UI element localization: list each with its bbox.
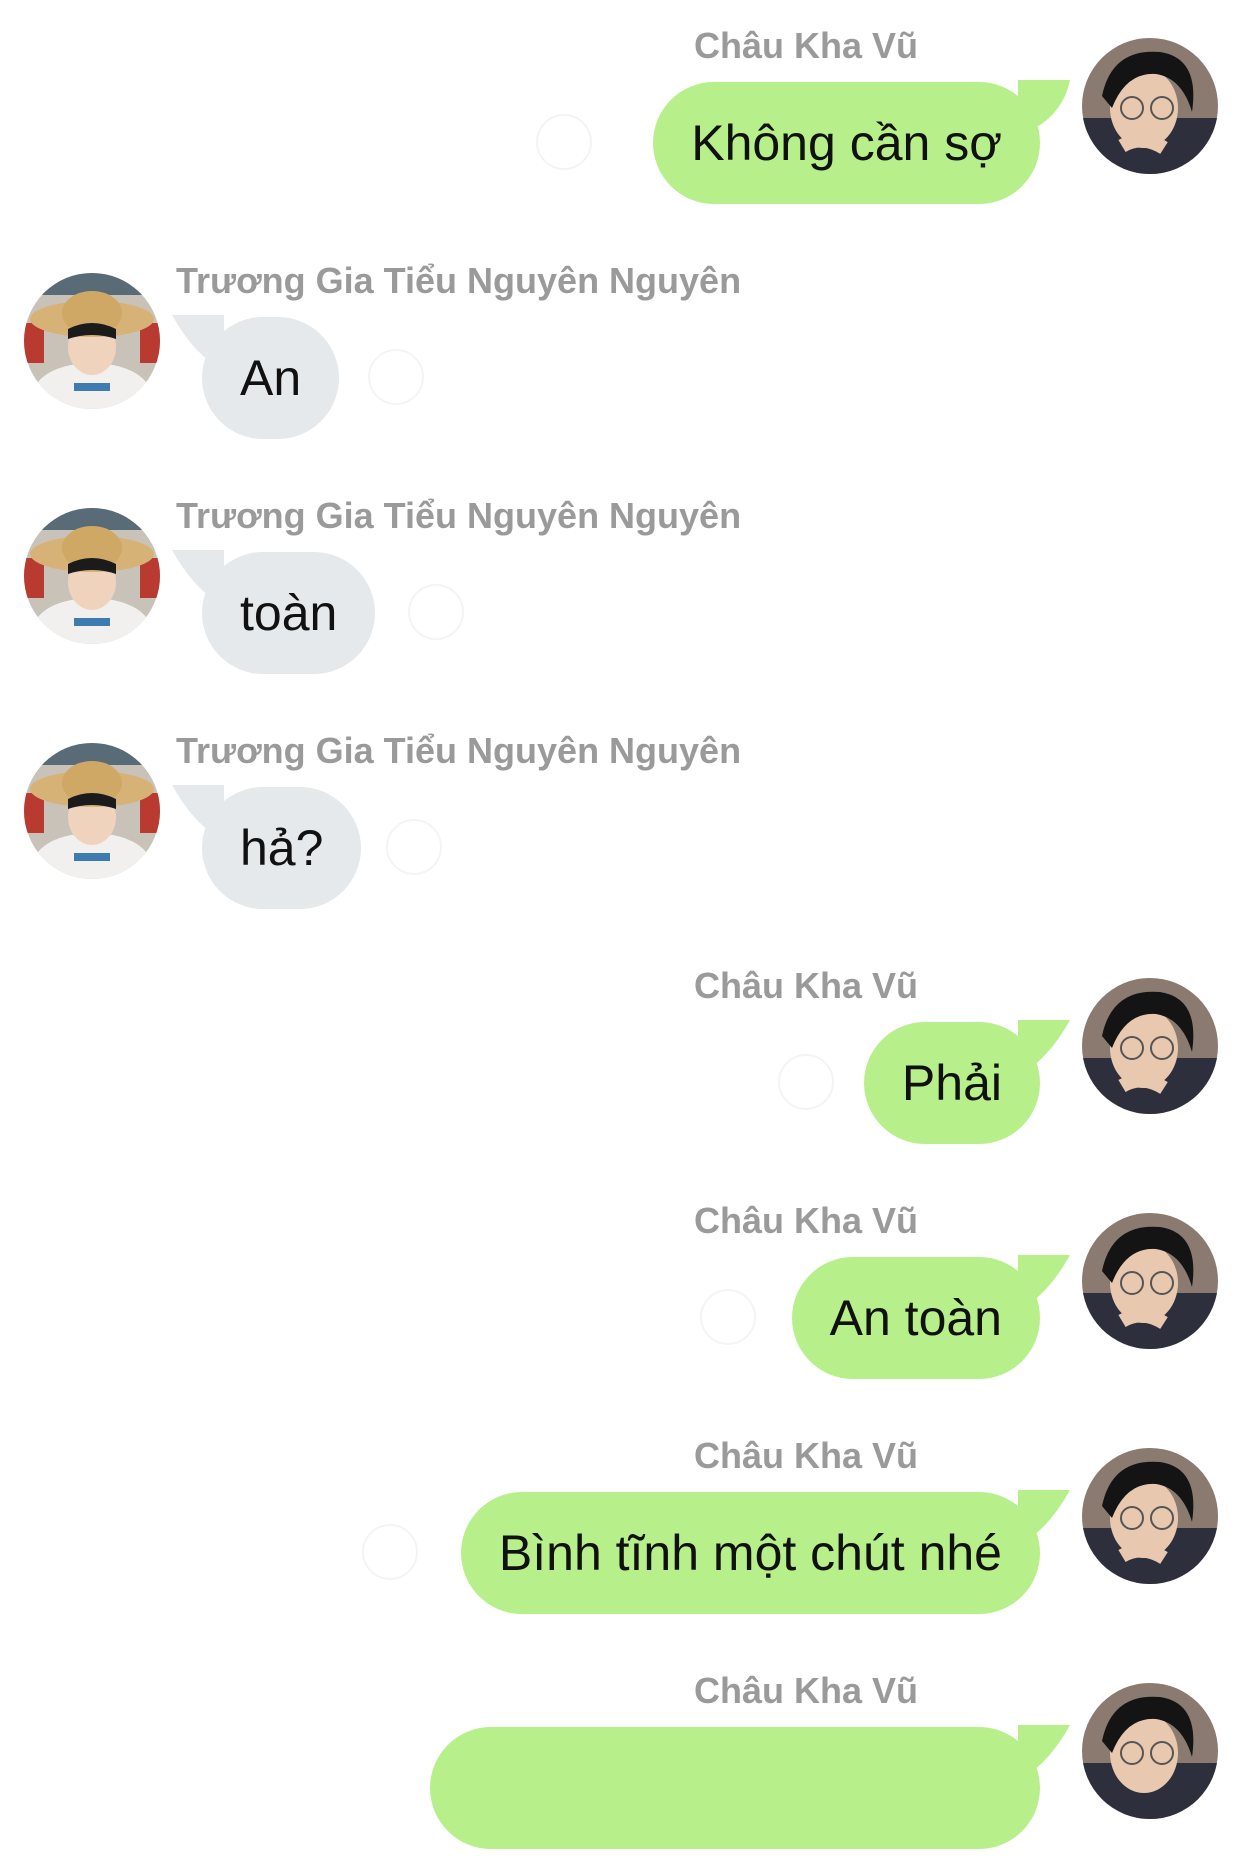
reaction-icon[interactable] [778,1054,834,1110]
chat-message: Châu Kha Vũ Phải [0,964,1242,1164]
sender-avatar-icon[interactable] [24,743,160,879]
message-text: Bình tĩnh một chút nhé [498,1525,1002,1581]
message-bubble[interactable]: An toàn [791,1255,1070,1379]
message-bubble[interactable]: Phải [863,1020,1070,1144]
bubble-tail-icon [172,550,224,606]
chat-message: Trương Gia Tiểu Nguyên Nguyên toàn [0,494,1242,694]
chat-message: Trương Gia Tiểu Nguyên Nguyên hả? [0,729,1242,929]
reaction-icon[interactable] [536,114,592,170]
message-bubble[interactable]: toàn [172,550,376,674]
sender-name: Trương Gia Tiểu Nguyên Nguyên [176,260,742,301]
sender-avatar-icon[interactable] [1082,1683,1218,1819]
reaction-icon[interactable] [362,1524,418,1580]
message-bubble[interactable]: Không cần sợ [653,80,1070,204]
sender-avatar-icon[interactable] [1082,978,1218,1114]
bubble-tail-icon [1018,1725,1070,1781]
sender-name: Châu Kha Vũ [693,1670,918,1711]
reaction-icon[interactable] [368,349,424,405]
message-text: Phải [901,1055,1002,1111]
sender-name: Trương Gia Tiểu Nguyên Nguyên [176,730,742,771]
bubble-tail-icon [172,315,224,371]
chat-message: Châu Kha Vũ [0,1669,1242,1869]
message-bubble[interactable]: hả? [172,785,362,909]
reaction-icon[interactable] [700,1289,756,1345]
message-text: An toàn [829,1290,1002,1346]
bubble-tail-icon [1018,1255,1070,1311]
message-bubble[interactable]: An [172,315,340,439]
sender-avatar-icon[interactable] [24,273,160,409]
bubble-tail-icon [1018,1490,1070,1546]
reaction-icon[interactable] [386,819,442,875]
message-text: Không cần sợ [691,115,1002,171]
chat-message: Châu Kha Vũ Bình tĩnh một chút nhé [0,1434,1242,1634]
sender-name: Trương Gia Tiểu Nguyên Nguyên [176,495,742,536]
sender-name: Châu Kha Vũ [693,1435,918,1476]
sender-name: Châu Kha Vũ [693,25,918,66]
bubble-tail-icon [1018,1020,1070,1076]
message-text: hả? [240,820,324,876]
sender-avatar-icon[interactable] [24,508,160,644]
message-text: toàn [240,585,338,641]
message-bubble[interactable] [430,1725,1070,1849]
bubble-tail-icon [172,785,224,841]
sender-name: Châu Kha Vũ [693,1200,918,1241]
sender-avatar-icon[interactable] [1082,1448,1218,1584]
chat-message: Châu Kha Vũ Không cần sợ [0,24,1242,224]
message-text: An [240,350,302,406]
sender-avatar-icon[interactable] [1082,1213,1218,1349]
reaction-icon[interactable] [408,584,464,640]
sender-avatar-icon[interactable] [1082,38,1218,174]
chat-message: Trương Gia Tiểu Nguyên Nguyên An [0,259,1242,459]
message-bubble[interactable]: Bình tĩnh một chút nhé [460,1490,1070,1614]
bubble-tail-icon [1018,80,1070,136]
chat-message: Châu Kha Vũ An toàn [0,1199,1242,1399]
sender-name: Châu Kha Vũ [693,965,918,1006]
